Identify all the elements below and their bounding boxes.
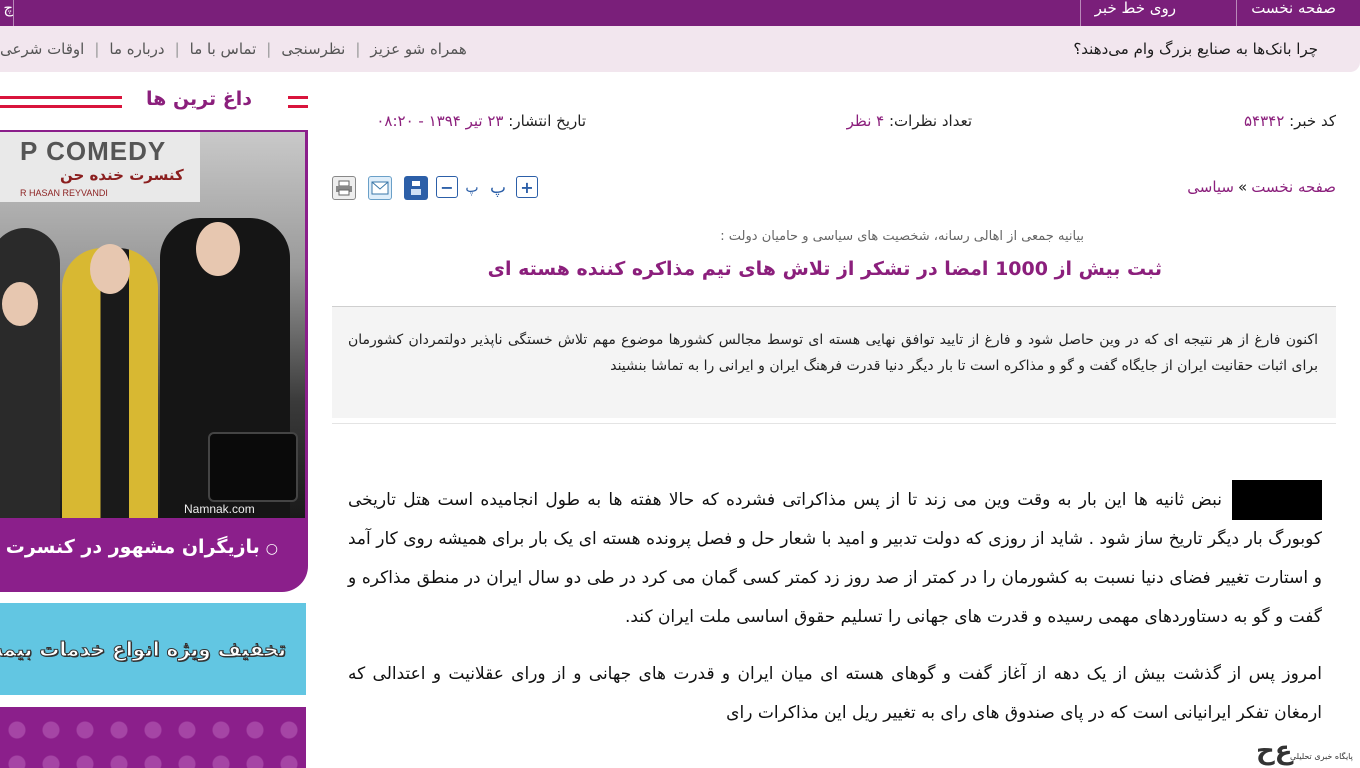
photo-watermark: Namnak.com bbox=[184, 502, 255, 516]
utility-links: همراه شو عزیز | نظرسنجی | تماس با ما | درباره … bbox=[0, 40, 467, 58]
sidebar-heading: داغ ترین ها bbox=[0, 88, 310, 118]
purple-ad-banner[interactable] bbox=[0, 707, 306, 768]
site-watermark-logo: ع‌ح پایگاه خبری تحلیلی bbox=[1246, 736, 1360, 768]
dots-pattern bbox=[0, 707, 306, 768]
article-toolbar: − پ پ + bbox=[332, 174, 542, 202]
body-paragraph-2: امروز پس از گذشت بیش از یک دهه از آغاز گ… bbox=[348, 664, 1322, 723]
hot-news-card[interactable]: P COMEDY کنسرت خنده حن R HASAN REYVANDI … bbox=[0, 130, 308, 592]
breadcrumb: صفحه نخست»سیاسی bbox=[1187, 178, 1336, 196]
publish-date-value: ۲۳ تیر ۱۳۹۴ - ۰۸:۲۰ bbox=[376, 112, 504, 130]
bullet-icon: ○ bbox=[265, 541, 278, 557]
redaction-box bbox=[1232, 480, 1322, 520]
link-separator: | bbox=[266, 40, 272, 58]
hot-news-photo[interactable]: P COMEDY کنسرت خنده حن R HASAN REYVANDI … bbox=[0, 132, 305, 518]
link-separator: | bbox=[94, 40, 100, 58]
nav-ticker-link[interactable]: روی خط خبر bbox=[1079, 0, 1190, 26]
article-title: ثبت بیش از 1000 امضا در تشکر از تلاش های… bbox=[487, 258, 1162, 280]
article-lead: اکنون فارغ از هر نتیجه ای که در وین حاصل… bbox=[332, 306, 1336, 418]
backdrop-text: P COMEDY bbox=[20, 136, 167, 166]
body-paragraph-1: نبض ثانیه ها این بار به وقت وین می زند ت… bbox=[348, 490, 1322, 627]
link-hamrah[interactable]: همراه شو عزیز bbox=[370, 40, 466, 58]
font-large-icon[interactable]: پ bbox=[488, 176, 508, 200]
font-small-icon[interactable]: پ bbox=[464, 176, 480, 200]
news-code-label: کد خبر: bbox=[1289, 112, 1336, 130]
logo-small-text: پایگاه خبری تحلیلی bbox=[1290, 752, 1353, 761]
breadcrumb-section[interactable]: سیاسی bbox=[1187, 178, 1234, 196]
backdrop-subtext: کنسرت خنده حن bbox=[60, 166, 184, 184]
email-icon[interactable] bbox=[368, 176, 392, 200]
article-body: نبض ثانیه ها این بار به وقت وین می زند ت… bbox=[348, 480, 1322, 751]
person-face bbox=[90, 244, 130, 294]
font-decrease-button[interactable]: − bbox=[436, 176, 458, 198]
breadcrumb-home[interactable]: صفحه نخست bbox=[1251, 178, 1336, 196]
insurance-ad-banner[interactable]: تخفیف ویژه انواع خدمات بیمه bbox=[0, 603, 306, 695]
comment-count[interactable]: تعداد نظرات: ۴ نظر bbox=[847, 112, 972, 130]
comment-count-value[interactable]: ۴ نظر bbox=[847, 112, 885, 130]
divider bbox=[332, 423, 1336, 424]
body-paragraph: نبض ثانیه ها این بار به وقت وین می زند ت… bbox=[348, 480, 1322, 637]
breadcrumb-separator: » bbox=[1238, 178, 1248, 196]
insurance-ad-text: تخفیف ویژه انواع خدمات بیمه bbox=[0, 637, 286, 662]
logo-mark: ع‌ح bbox=[1256, 736, 1293, 766]
heading-stripes bbox=[288, 96, 308, 108]
save-icon[interactable] bbox=[404, 176, 428, 200]
comment-count-label: تعداد نظرات: bbox=[889, 112, 972, 130]
article-overline: بیانیه جمعی از اهالی رسانه، شخصیت های سی… bbox=[720, 229, 1084, 244]
person-figure bbox=[0, 228, 60, 518]
print-icon[interactable] bbox=[332, 176, 356, 200]
secondary-bar: چرا بانک‌ها به صنایع بزرگ وام می‌دهند؟ ه… bbox=[0, 26, 1360, 72]
link-about[interactable]: درباره ما bbox=[109, 40, 164, 58]
headline-ticker[interactable]: چرا بانک‌ها به صنایع بزرگ وام می‌دهند؟ bbox=[1073, 40, 1318, 58]
person-face bbox=[2, 282, 38, 326]
link-separator: | bbox=[174, 40, 180, 58]
person-face bbox=[196, 222, 240, 276]
publish-date-label: تاریخ انتشار: bbox=[508, 112, 586, 130]
news-code-value: ۵۴۳۴۲ bbox=[1244, 112, 1285, 130]
sidebar-title: داغ ترین ها bbox=[146, 88, 252, 110]
nav-cut-item[interactable]: چ bbox=[0, 0, 14, 26]
link-prayer-times[interactable]: اوقات شرعی bbox=[0, 40, 84, 58]
top-navbar: صفحه نخست روی خط خبر چ bbox=[0, 0, 1360, 26]
link-separator: | bbox=[355, 40, 361, 58]
caption-text: بازیگران مشهور در کنسرت bbox=[5, 536, 260, 558]
handbag bbox=[208, 432, 298, 502]
nav-home-link[interactable]: صفحه نخست bbox=[1236, 0, 1350, 26]
heading-stripes bbox=[0, 96, 122, 108]
hot-news-caption[interactable]: ○ بازیگران مشهور در کنسرت bbox=[6, 536, 278, 558]
link-poll[interactable]: نظرسنجی bbox=[281, 40, 345, 58]
publish-date: تاریخ انتشار: ۲۳ تیر ۱۳۹۴ - ۰۸:۲۰ bbox=[376, 112, 586, 130]
news-code: کد خبر: ۵۴۳۴۲ bbox=[1244, 112, 1336, 130]
link-contact[interactable]: تماس با ما bbox=[190, 40, 257, 58]
backdrop-name: R HASAN REYVANDI bbox=[20, 188, 108, 198]
font-increase-button[interactable]: + bbox=[516, 176, 538, 198]
